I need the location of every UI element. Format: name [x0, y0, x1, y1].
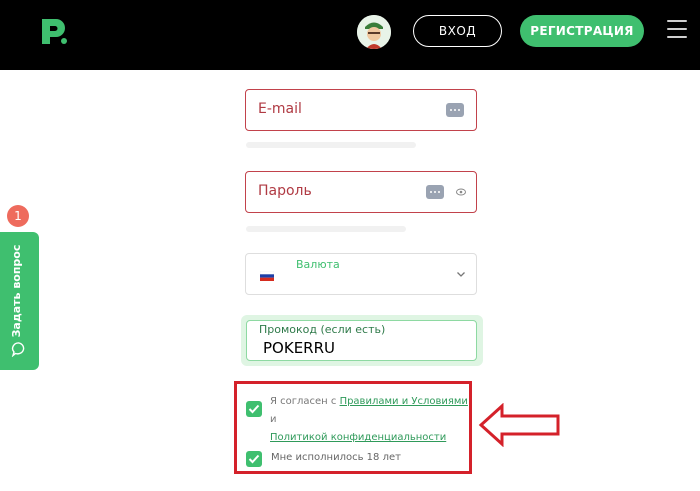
chat-bubble-icon: [11, 342, 25, 357]
avatar-icon: [357, 15, 391, 49]
currency-label: Валюта: [296, 258, 340, 271]
password-manager-icon[interactable]: [426, 185, 444, 199]
notification-badge: 1: [7, 205, 29, 227]
password-placeholder: Пароль: [258, 183, 312, 199]
currency-select[interactable]: Валюта: [245, 253, 477, 295]
russia-flag-icon: [260, 271, 274, 281]
top-header: ВХОД РЕГИСТРАЦИЯ: [0, 0, 700, 70]
email-error-hint: [246, 142, 416, 148]
ask-question-label: Задать вопрос: [10, 244, 23, 338]
password-manager-icon[interactable]: [446, 103, 464, 117]
promo-code-input[interactable]: Промокод (если есть) POKERRU: [246, 320, 477, 361]
eye-icon[interactable]: [456, 187, 466, 197]
promo-label: Промокод (если есть): [259, 323, 386, 336]
register-button[interactable]: РЕГИСТРАЦИЯ: [520, 15, 644, 47]
chevron-down-icon[interactable]: [456, 269, 466, 279]
promo-value: POKERRU: [263, 339, 335, 357]
login-button[interactable]: ВХОД: [413, 15, 502, 47]
user-avatar[interactable]: [357, 15, 391, 49]
password-error-hint: [246, 226, 406, 232]
annotation-highlight-box: [234, 381, 472, 474]
email-placeholder: E-mail: [258, 101, 302, 117]
annotation-arrow-icon: [478, 403, 560, 447]
pokerdom-logo-icon[interactable]: [38, 14, 72, 48]
password-input[interactable]: Пароль: [245, 171, 477, 213]
email-input[interactable]: E-mail: [245, 89, 477, 131]
hamburger-menu-icon[interactable]: [667, 20, 687, 40]
